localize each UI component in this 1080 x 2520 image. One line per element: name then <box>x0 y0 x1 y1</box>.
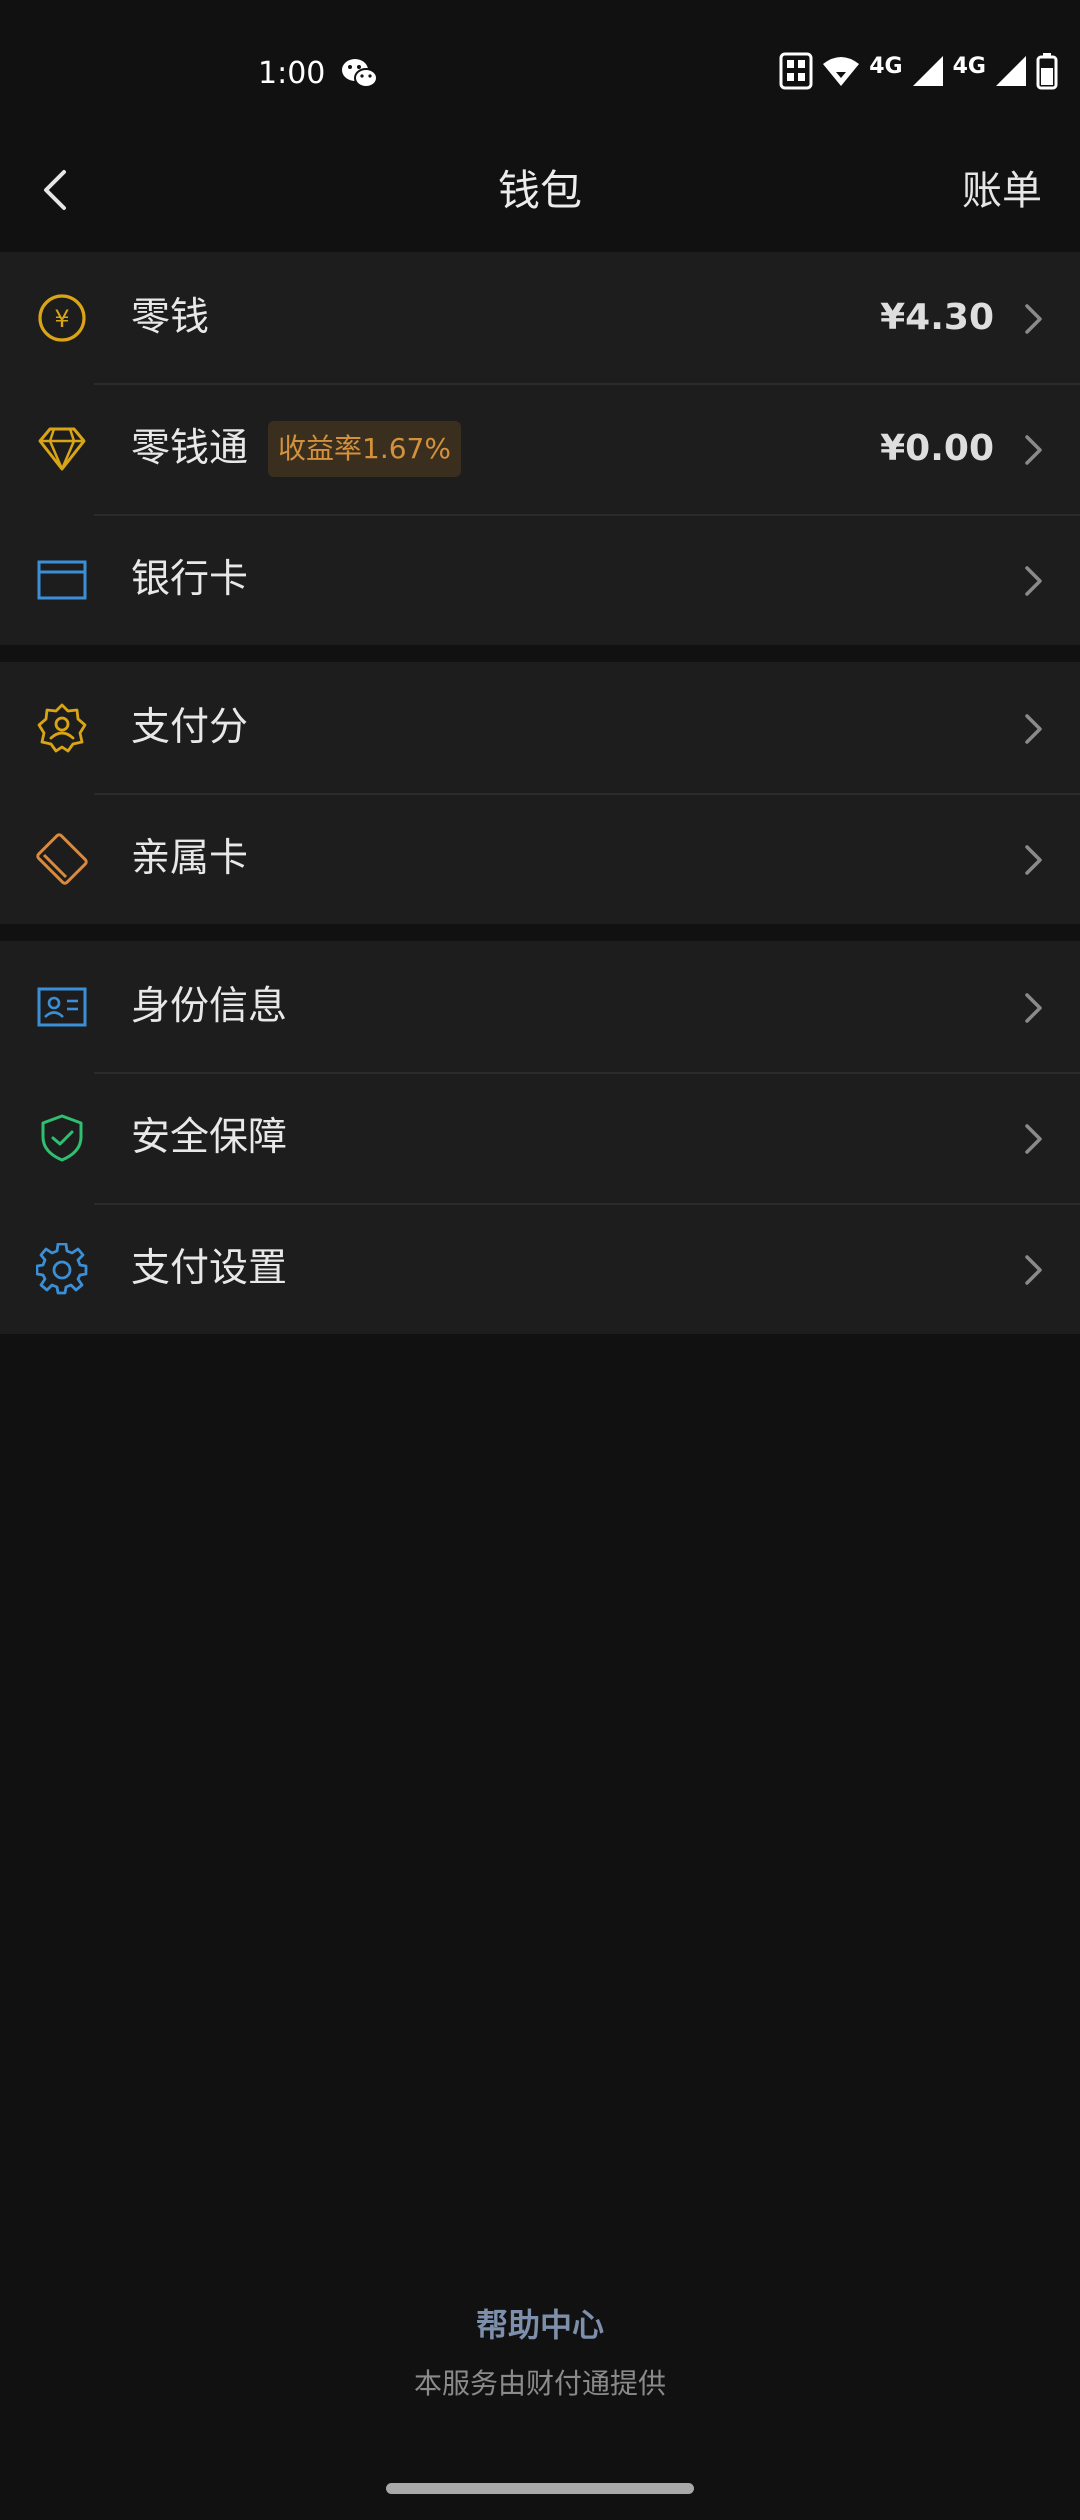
network-type-1: 4G <box>869 53 903 79</box>
gear-icon <box>35 1242 88 1295</box>
sim-card-icon <box>779 52 813 94</box>
wallet-group-funds: ¥ 零钱 ¥4.30 零钱通 收益率1.67% ¥0.00 银行卡 <box>0 252 1080 645</box>
signal-icon-1 <box>911 54 945 92</box>
list-item-label: 亲属卡 <box>131 836 249 881</box>
list-item-label: 零钱 <box>131 295 210 340</box>
yield-rate-badge: 收益率1.67% <box>268 421 461 477</box>
chevron-right-icon <box>1022 991 1046 1025</box>
list-item-label: 零钱通 <box>131 426 249 471</box>
bill-button[interactable]: 账单 <box>962 130 1042 252</box>
list-item-security[interactable]: 安全保障 <box>0 1072 1080 1203</box>
wechat-notification-icon <box>340 54 380 94</box>
wallet-group-credit: 支付分 亲属卡 <box>0 662 1080 924</box>
chevron-right-icon <box>1022 712 1046 746</box>
list-item-label: 身份信息 <box>131 984 288 1029</box>
yuan-coin-icon: ¥ <box>36 292 88 344</box>
list-item-pay-score[interactable]: 支付分 <box>0 662 1080 793</box>
family-card-icon <box>36 833 88 885</box>
chevron-right-icon <box>1022 564 1046 598</box>
signal-icon-2 <box>994 54 1028 92</box>
status-time: 1:00 <box>258 56 326 91</box>
status-icons: 4G 4G <box>779 50 1058 96</box>
diamond-icon <box>36 423 88 475</box>
nav-bar: 钱包 账单 <box>0 130 1080 252</box>
list-item-family-card[interactable]: 亲属卡 <box>0 793 1080 924</box>
chevron-right-icon <box>1022 433 1046 467</box>
home-indicator[interactable] <box>386 2483 694 2494</box>
svg-text:¥: ¥ <box>54 305 69 333</box>
list-item-identity[interactable]: 身份信息 <box>0 941 1080 1072</box>
list-item-label: 安全保障 <box>131 1115 288 1160</box>
chevron-right-icon <box>1022 843 1046 877</box>
network-type-2: 4G <box>952 53 986 79</box>
chevron-right-icon <box>1022 1253 1046 1287</box>
list-item-bank-card[interactable]: 银行卡 <box>0 514 1080 645</box>
id-card-icon <box>36 981 88 1033</box>
list-item-change[interactable]: ¥ 零钱 ¥4.30 <box>0 252 1080 383</box>
wallet-group-settings: 身份信息 安全保障 支付设置 <box>0 941 1080 1334</box>
list-item-label: 银行卡 <box>131 557 249 602</box>
list-item-change-plus[interactable]: 零钱通 收益率1.67% ¥0.00 <box>0 383 1080 514</box>
status-bar: 1:00 4G 4G <box>0 0 1080 130</box>
bank-card-icon <box>36 554 88 606</box>
balance-value: ¥0.00 <box>880 428 994 469</box>
battery-icon <box>1036 52 1058 94</box>
shield-check-icon <box>36 1112 88 1164</box>
balance-value: ¥4.30 <box>880 297 994 338</box>
list-item-payment-settings[interactable]: 支付设置 <box>0 1203 1080 1334</box>
wifi-icon <box>821 54 861 92</box>
list-item-label: 支付分 <box>131 705 249 750</box>
page-title: 钱包 <box>497 166 582 215</box>
provider-note: 本服务由财付通提供 <box>413 2367 666 2400</box>
credit-score-icon <box>36 702 88 754</box>
chevron-right-icon <box>1022 302 1046 336</box>
help-center-link[interactable]: 帮助中心 <box>0 2300 1080 2346</box>
chevron-right-icon <box>1022 1122 1046 1156</box>
list-item-label: 支付设置 <box>131 1246 288 1291</box>
